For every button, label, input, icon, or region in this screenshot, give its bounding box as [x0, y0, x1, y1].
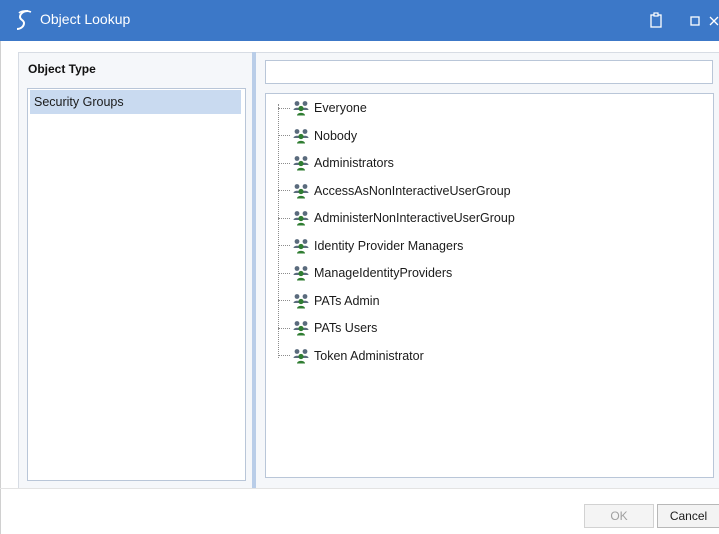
tree-item[interactable]: Nobody	[278, 126, 357, 146]
tree-connector	[278, 272, 290, 274]
tree-item-label: Nobody	[314, 128, 358, 143]
tree-item-label: AdministerNonInteractiveUserGroup	[314, 211, 515, 225]
tree-item-label: AccessAsNonInteractiveUserGroup	[314, 183, 511, 198]
tree-item[interactable]: Administrators	[278, 153, 394, 173]
clipboard-icon[interactable]	[650, 12, 662, 28]
tree-item[interactable]: ManageIdentityProviders	[278, 263, 452, 283]
tree-connector	[278, 300, 290, 301]
close-icon[interactable]	[709, 16, 719, 26]
tree-item[interactable]: Token Administrator	[278, 346, 424, 366]
security-group-icon	[293, 348, 309, 363]
maximize-icon[interactable]	[690, 16, 700, 26]
tree-connector	[278, 355, 290, 356]
security-group-icon	[293, 266, 309, 281]
tree-item-label: Administrators	[314, 156, 394, 170]
cancel-button[interactable]: Cancel	[657, 504, 719, 528]
results-panel: Everyone Nobody Administrators AccessAsNonI…	[256, 52, 719, 489]
ok-button[interactable]: OK	[584, 504, 654, 528]
tree-item[interactable]: Identity Provider Managers	[278, 236, 463, 256]
tree-item[interactable]: Everyone	[278, 98, 367, 118]
app-logo-icon	[16, 10, 32, 30]
security-group-icon	[293, 321, 309, 336]
dialog-border	[0, 41, 1, 534]
tree-connector	[278, 245, 290, 246]
group-tree: Everyone Nobody Administrators AccessAsNonI…	[265, 93, 714, 478]
security-group-icon	[293, 183, 309, 198]
security-group-icon	[293, 238, 309, 253]
tree-item-label: Identity Provider Managers	[314, 238, 464, 253]
security-group-icon	[293, 156, 309, 171]
security-group-icon	[293, 128, 309, 143]
tree-connector	[278, 107, 290, 109]
object-type-panel: Object Type Security Groups	[18, 52, 253, 489]
security-group-icon	[293, 101, 309, 116]
security-group-icon	[293, 211, 309, 226]
tree-item[interactable]: PATs Admin	[278, 291, 380, 311]
object-type-item-security-groups[interactable]: Security Groups	[30, 90, 241, 114]
tree-connector	[278, 135, 290, 136]
object-type-header: Object Type	[28, 62, 96, 76]
tree-item[interactable]: AccessAsNonInteractiveUserGroup	[278, 181, 511, 201]
tree-item[interactable]: PATs Users	[278, 318, 377, 338]
tree-item-label: PATs Users	[314, 321, 378, 335]
tree-item-label: Token Administrator	[314, 348, 424, 363]
search-input[interactable]	[265, 60, 713, 84]
tree-connector	[278, 190, 290, 191]
tree-item-label: PATs Admin	[314, 293, 380, 308]
tree-item-label: ManageIdentityProviders	[314, 266, 453, 280]
footer-divider	[0, 488, 719, 489]
object-type-list: Security Groups	[27, 88, 246, 481]
title-bar: Object Lookup	[0, 0, 719, 41]
tree-connector	[278, 327, 290, 329]
tree-connector	[278, 217, 290, 219]
tree-item[interactable]: AdministerNonInteractiveUserGroup	[278, 208, 515, 228]
tree-connector	[278, 162, 290, 164]
tree-item-label: Everyone	[314, 101, 367, 115]
security-group-icon	[293, 293, 309, 308]
window-title: Object Lookup	[40, 11, 131, 27]
